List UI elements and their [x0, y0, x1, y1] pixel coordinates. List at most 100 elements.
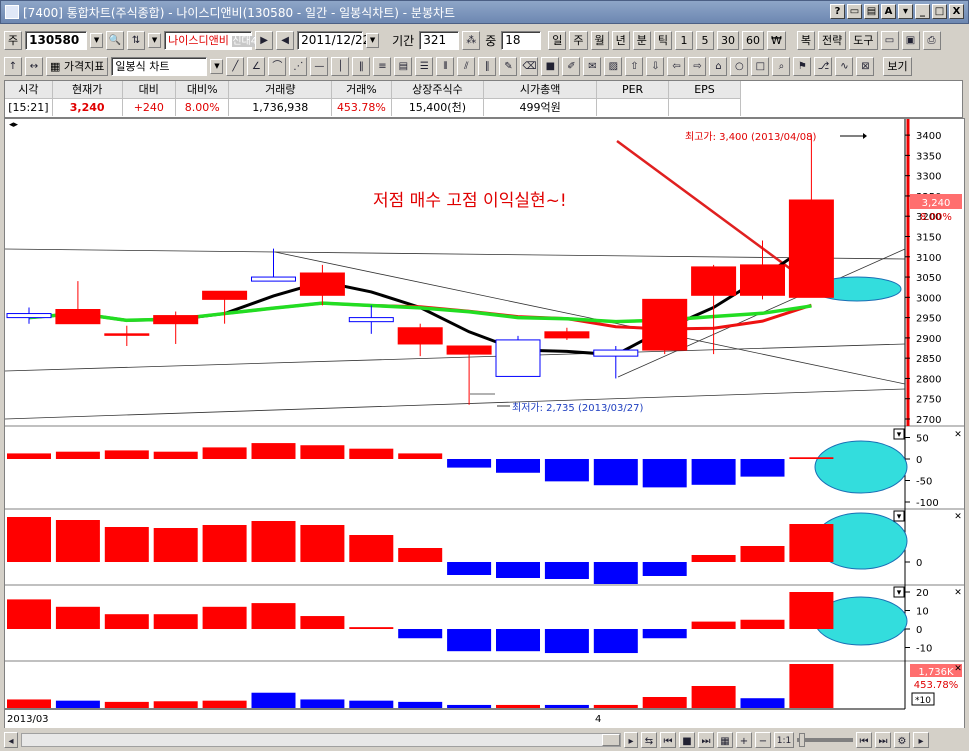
period-week-button[interactable]: 주: [569, 30, 588, 50]
grid-tool-icon[interactable]: ▤: [394, 56, 413, 76]
horizontal-scrollbar[interactable]: [21, 732, 621, 747]
note-tool-icon[interactable]: ✉: [583, 56, 602, 76]
angle-tool-icon[interactable]: ∠: [247, 56, 266, 76]
period-60-button[interactable]: 60: [742, 30, 765, 50]
arc-tool-icon[interactable]: ⌒: [268, 56, 287, 76]
zoom-slider-thumb[interactable]: [799, 732, 805, 747]
currency-button[interactable]: ₩: [767, 30, 786, 50]
zoom-in-icon[interactable]: +: [736, 731, 752, 748]
period-30-button[interactable]: 30: [717, 30, 740, 50]
pane-close-icon[interactable]: ✕: [954, 664, 962, 674]
zoom-out-icon[interactable]: −: [755, 731, 771, 748]
close-button[interactable]: X: [949, 4, 964, 19]
more-button[interactable]: ▾: [898, 4, 913, 19]
down-arrow-tool-icon[interactable]: ⇩: [646, 56, 665, 76]
stop-icon[interactable]: ■: [679, 731, 695, 748]
overlap-field[interactable]: 18: [501, 30, 542, 50]
period-day-button[interactable]: 일: [548, 30, 567, 50]
sort-icon[interactable]: ⇅: [127, 30, 146, 50]
scroll-thumb[interactable]: [602, 733, 620, 746]
help-button[interactable]: ?: [830, 4, 845, 19]
period-field[interactable]: 321: [419, 30, 460, 50]
bars-tool-icon[interactable]: ⦀: [436, 56, 455, 76]
date-dropdown[interactable]: ▼: [366, 32, 380, 48]
color-tool-icon[interactable]: ■: [541, 56, 560, 76]
print-icon[interactable]: ⎙: [922, 30, 941, 50]
fan-tool-icon[interactable]: ⋰: [289, 56, 308, 76]
candles[interactable]: [6, 135, 834, 405]
hline-tool-icon[interactable]: —: [310, 56, 329, 76]
up-arrow-tool-icon[interactable]: ⇧: [625, 56, 644, 76]
ratio-icon[interactable]: 1:1: [774, 731, 794, 748]
play-icon[interactable]: ▶: [255, 30, 274, 50]
fast-forward-icon[interactable]: ⏭: [698, 731, 714, 748]
period-minute-button[interactable]: 분: [632, 30, 651, 50]
chart-tool-icon[interactable]: ⊠: [856, 56, 875, 76]
tools-button[interactable]: 도구: [849, 30, 878, 50]
view-button[interactable]: 보기: [883, 56, 912, 76]
copy-button[interactable]: 복: [796, 30, 816, 50]
sort-dropdown[interactable]: ▼: [148, 32, 162, 48]
right-arrow-tool-icon[interactable]: ⇨: [688, 56, 707, 76]
red-arrow-line[interactable]: [616, 139, 816, 289]
pattern-tool-icon[interactable]: ⎇: [814, 56, 833, 76]
circle-tool-icon[interactable]: ○: [730, 56, 749, 76]
restore-layout-button[interactable]: ▭: [847, 4, 862, 19]
gann-tool-icon[interactable]: ‖: [352, 56, 371, 76]
period-1-button[interactable]: 1: [675, 30, 694, 50]
expand-handle-icon[interactable]: ◂▸: [9, 120, 19, 130]
arrows-lr-icon[interactable]: ↔: [25, 56, 43, 76]
rewind-icon[interactable]: ⏮: [660, 731, 676, 748]
analysis-tool-icon[interactable]: ⚑: [793, 56, 812, 76]
channel-tool-icon[interactable]: ⫽: [457, 56, 476, 76]
auto-scroll-icon[interactable]: ⇆: [641, 731, 657, 748]
font-button[interactable]: A: [881, 4, 896, 19]
spin-icon[interactable]: ⁂: [462, 30, 481, 50]
last-page-icon[interactable]: ⏭: [875, 731, 891, 748]
rect-tool-icon[interactable]: □: [751, 56, 770, 76]
eraser-tool-icon[interactable]: ⌫: [520, 56, 539, 76]
search-icon[interactable]: 🔍: [106, 30, 125, 50]
chart-type-select[interactable]: 일봉식 차트: [111, 56, 208, 76]
period-year-button[interactable]: 년: [611, 30, 630, 50]
zoom-slider[interactable]: [797, 732, 853, 747]
pane-close-icon[interactable]: ✕: [954, 512, 962, 522]
prev-icon[interactable]: ◀: [276, 30, 295, 50]
table-icon[interactable]: ▦: [717, 731, 733, 748]
tag-tool-icon[interactable]: ⌂: [709, 56, 728, 76]
chart-type-dropdown[interactable]: ▼: [210, 58, 224, 74]
code-dropdown[interactable]: ▼: [90, 32, 104, 48]
strategy-button[interactable]: 전략: [818, 30, 847, 50]
vline-tool-icon[interactable]: │: [331, 56, 350, 76]
left-arrow-tool-icon[interactable]: ⇦: [667, 56, 686, 76]
tile-button[interactable]: ▤: [864, 4, 879, 19]
line-tool-icon[interactable]: ╱: [226, 56, 245, 76]
period-tick-button[interactable]: 틱: [653, 30, 673, 50]
brush-tool-icon[interactable]: ✐: [562, 56, 581, 76]
folder-icon[interactable]: ▭: [880, 30, 899, 50]
zoom-tool-icon[interactable]: ⌕: [772, 56, 791, 76]
wave-tool-icon[interactable]: ∿: [835, 56, 854, 76]
date-field[interactable]: 2011/12/22: [297, 30, 370, 50]
stock-name-field[interactable]: 나이스디앤비 신대40: [164, 30, 264, 50]
settings-icon[interactable]: ⚙: [894, 731, 910, 748]
market-button[interactable]: 주: [4, 30, 23, 50]
scroll-left-icon[interactable]: ◂: [4, 731, 18, 748]
cycle-tool-icon[interactable]: ☰: [415, 56, 434, 76]
trendline[interactable]: [4, 388, 906, 420]
pen-tool-icon[interactable]: ✎: [499, 56, 518, 76]
arrow-up-icon[interactable]: ↑: [4, 56, 22, 76]
period-month-button[interactable]: 월: [590, 30, 609, 50]
pane-close-icon[interactable]: ✕: [954, 430, 962, 440]
scroll-right-icon[interactable]: ▸: [624, 731, 638, 748]
code-field[interactable]: 130580: [25, 30, 88, 50]
chart-canvas[interactable]: 3400335033003250320031503100305030002950…: [4, 119, 964, 728]
parallel-tool-icon[interactable]: ∥: [478, 56, 497, 76]
minimize-button[interactable]: _: [915, 4, 930, 19]
maximize-button[interactable]: □: [932, 4, 947, 19]
first-page-icon[interactable]: ⏮: [856, 731, 872, 748]
scroll-end-icon[interactable]: ▸: [913, 731, 929, 748]
period-5-button[interactable]: 5: [696, 30, 715, 50]
pane-close-icon[interactable]: ✕: [954, 588, 962, 598]
fibo-tool-icon[interactable]: ≡: [373, 56, 392, 76]
